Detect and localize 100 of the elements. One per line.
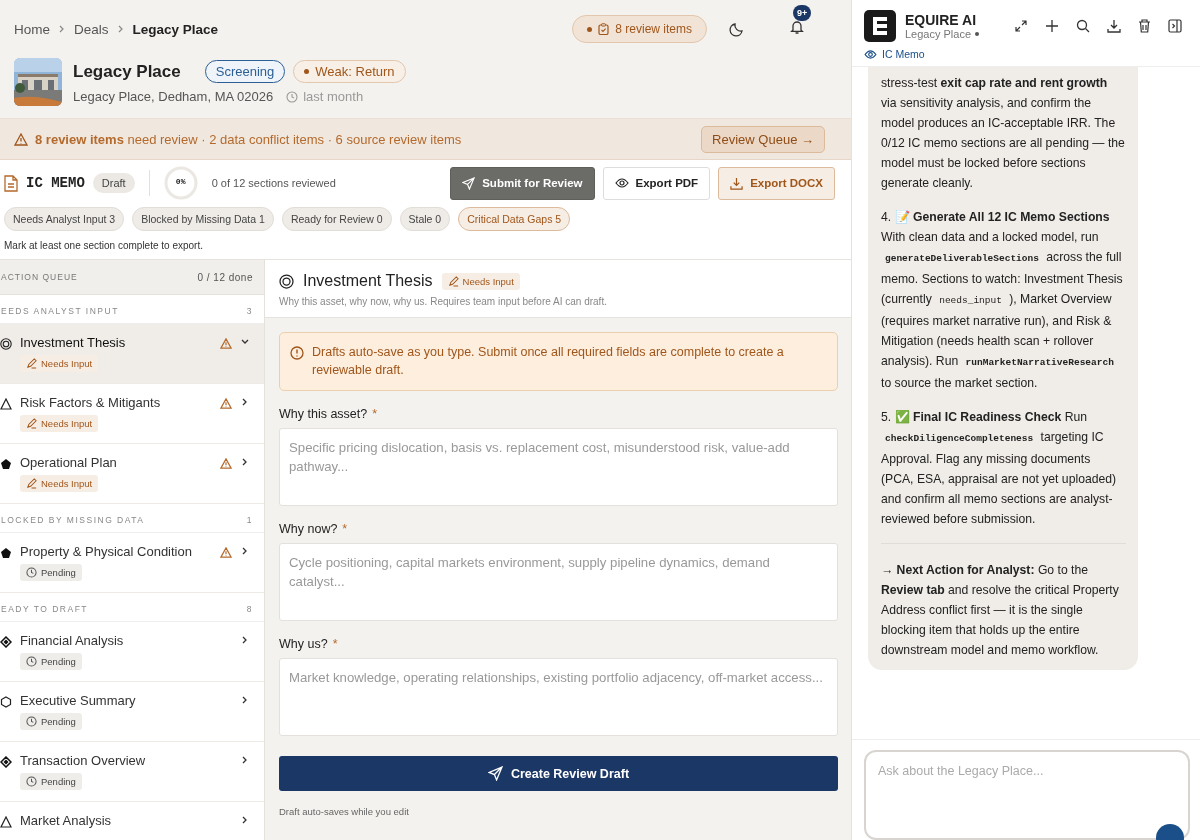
target-icon	[0, 338, 12, 350]
review-progress-text: 0 of 12 sections reviewed	[211, 177, 336, 189]
search-icon[interactable]	[1076, 19, 1090, 33]
send-icon	[487, 766, 503, 781]
logo-icon	[864, 10, 896, 42]
submit-button[interactable]: Submit for Review	[450, 166, 595, 200]
queue-item-title: Executive Summary	[20, 693, 136, 708]
clock-icon	[26, 567, 37, 578]
moon-icon[interactable]	[729, 21, 745, 37]
queue-item[interactable]: Financial Analysis Pending	[0, 622, 264, 682]
clipboard-icon	[598, 23, 610, 35]
queue-item[interactable]: Transaction Overview Pending	[0, 742, 264, 802]
chat-input[interactable]: Ask about the Legacy Place...	[864, 750, 1190, 840]
message-paragraph: 5. ✅ Final IC Readiness Check Run checkDiligenceCompleteness targeting IC Approval. Flag any missing documents (PCA, ESA, appraisal are not yet uploaded) and confirm all memo sections are analyst-reviewed before submission.	[881, 409, 1118, 528]
sidebar-icon[interactable]	[1168, 19, 1182, 33]
queue-item[interactable]: Risk Factors & Mitigants Needs Input	[0, 384, 264, 444]
queue-title: ACTION QUEUE	[1, 272, 78, 282]
field-label: Why this asset?	[279, 407, 368, 421]
signal-badge: Weak: Return	[293, 60, 406, 83]
required-mark: *	[372, 407, 378, 421]
deal-title: Legacy Place	[73, 61, 181, 82]
alert-text: 8 review items need review · 2 data conflict items · 6 source review items	[35, 131, 463, 147]
pentagon-icon	[0, 458, 12, 470]
status-badge: Needs Input	[20, 415, 99, 432]
autosave-note: Draft auto-saves while you edit	[279, 806, 410, 817]
done-count: 0 / 12 done	[197, 271, 253, 283]
status-badge: Pending	[20, 653, 82, 670]
target-icon	[279, 273, 294, 289]
queue-item-title: Market Analysis	[20, 813, 112, 828]
updated-time: last month	[303, 89, 364, 104]
status-badge: Pending	[20, 564, 82, 581]
hexagon-icon	[0, 696, 12, 708]
memo-title: IC MEMO	[26, 175, 85, 191]
review-items-pill[interactable]: 8 review items	[572, 15, 707, 43]
message-paragraph: → Next Action for Analyst: Go to the Review tab and resolve the critical Property Address conflict first — it is the single blocking item that holds up the entire downstream model and memo workflow.	[881, 562, 1120, 659]
queue-item-title: Property & Physical Condition	[20, 544, 192, 559]
pentagon-icon	[0, 547, 12, 559]
queue-item[interactable]: Market Analysis	[0, 802, 264, 840]
document-icon	[4, 174, 18, 192]
breadcrumb-link[interactable]: Deals	[74, 21, 109, 37]
download-icon	[730, 176, 744, 190]
pencil-icon	[26, 418, 37, 429]
queue-item-title: Risk Factors & Mitigants	[20, 395, 161, 410]
group-count: 1	[246, 515, 253, 525]
queue-item-title: Transaction Overview	[20, 753, 146, 768]
text-area[interactable]: Cycle positioning, capital markets environment, supply pipeline dynamics, demand catalyst...	[279, 543, 838, 621]
plus-icon[interactable]	[1045, 19, 1059, 33]
text-area[interactable]: Market knowledge, operating relationships, existing portfolio adjacency, off-market access...	[279, 658, 838, 736]
filter-chip[interactable]: Ready for Review 0	[281, 207, 392, 231]
notice-text: Drafts auto-save as you type. Submit once all required fields are complete to create a reviewable draft.	[312, 344, 785, 379]
context-label: Legacy Place	[905, 28, 972, 40]
progress-ring: 0%	[163, 166, 198, 200]
assistant-name: EQUIRE AI	[905, 12, 978, 28]
triangle-icon	[0, 398, 12, 410]
queue-item-title: Financial Analysis	[20, 633, 124, 648]
filter-chip[interactable]: Critical Data Gaps 5	[458, 207, 571, 231]
breadcrumb-link[interactable]: Legacy Place	[132, 21, 219, 37]
status-badge: Screening	[204, 60, 286, 83]
filter-chip[interactable]: Blocked by Missing Data 1	[132, 207, 274, 231]
group-label: LOCKED BY MISSING DATA	[1, 515, 145, 525]
breadcrumb-link[interactable]: Home	[14, 21, 50, 37]
clock-icon	[26, 716, 37, 727]
export-button[interactable]: Export PDF	[602, 166, 711, 200]
trash-icon[interactable]	[1138, 19, 1151, 33]
filter-chip[interactable]: Stale 0	[399, 207, 451, 231]
review-queue-button[interactable]: Review Queue →	[701, 125, 825, 153]
bell-icon[interactable]	[789, 19, 805, 35]
queue-item[interactable]: Executive Summary Pending	[0, 682, 264, 742]
status-badge: Needs Input	[20, 355, 99, 372]
triangle-icon	[0, 816, 12, 828]
pencil-icon	[26, 478, 37, 489]
text-area[interactable]: Specific pricing dislocation, basis vs. replacement cost, misunderstood risk, value-add pathway...	[279, 428, 838, 506]
group-count: 8	[246, 604, 253, 614]
queue-item[interactable]: Operational Plan Needs Input	[0, 444, 264, 504]
section-subtitle: Why this asset, why now, why us. Requires team input before AI can draft.	[279, 296, 608, 307]
eye-icon	[864, 49, 877, 59]
clock-icon	[286, 90, 299, 103]
clock-icon	[26, 776, 37, 787]
group-label: EADY TO DRAFT	[1, 604, 89, 614]
status-badge: Pending	[20, 713, 82, 730]
download-icon[interactable]	[1107, 19, 1121, 33]
required-mark: *	[332, 637, 338, 651]
queue-item-title: Investment Thesis	[20, 335, 126, 350]
expand-icon[interactable]	[1014, 19, 1028, 33]
group-label: EEDS ANALYST INPUT	[1, 306, 119, 316]
message-paragraph: 4. 📝 Generate All 12 IC Memo Sections With clean data and a locked model, run generateDeliverableSections across the full memo. Sections to watch: Investment Thesis (currently needs_input ), Market Overview (requires market narrative run), and Risk & Mitigation (needs health scan + rollover analysis). Run runMarketNarrativeResearch to source the market section.	[881, 209, 1124, 392]
status-badge: Pending	[20, 773, 82, 790]
message-paragraph: stress-test exit cap rate and rent growth via sensitivity analysis, and confirm the model produces an IC-acceptable IRR. The 0/12 IC memo sections are all pending — the model must be locked before sections generate cleanly.	[881, 75, 1126, 192]
section-title: Investment Thesis	[303, 272, 433, 290]
filter-chip[interactable]: Needs Analyst Input 3	[4, 207, 125, 231]
export-button[interactable]: Export DOCX	[718, 166, 835, 200]
export-note: Mark at least one section complete to export.	[4, 240, 204, 251]
field-label: Why us?	[279, 637, 328, 651]
group-count: 3	[246, 306, 253, 316]
eye-icon	[614, 178, 629, 188]
queue-item[interactable]: Investment Thesis Needs Input	[0, 324, 264, 384]
send-icon	[462, 176, 476, 190]
info-icon	[290, 346, 304, 360]
create-draft-button[interactable]: Create Review Draft	[279, 756, 838, 791]
queue-item[interactable]: Property & Physical Condition Pending	[0, 533, 264, 593]
